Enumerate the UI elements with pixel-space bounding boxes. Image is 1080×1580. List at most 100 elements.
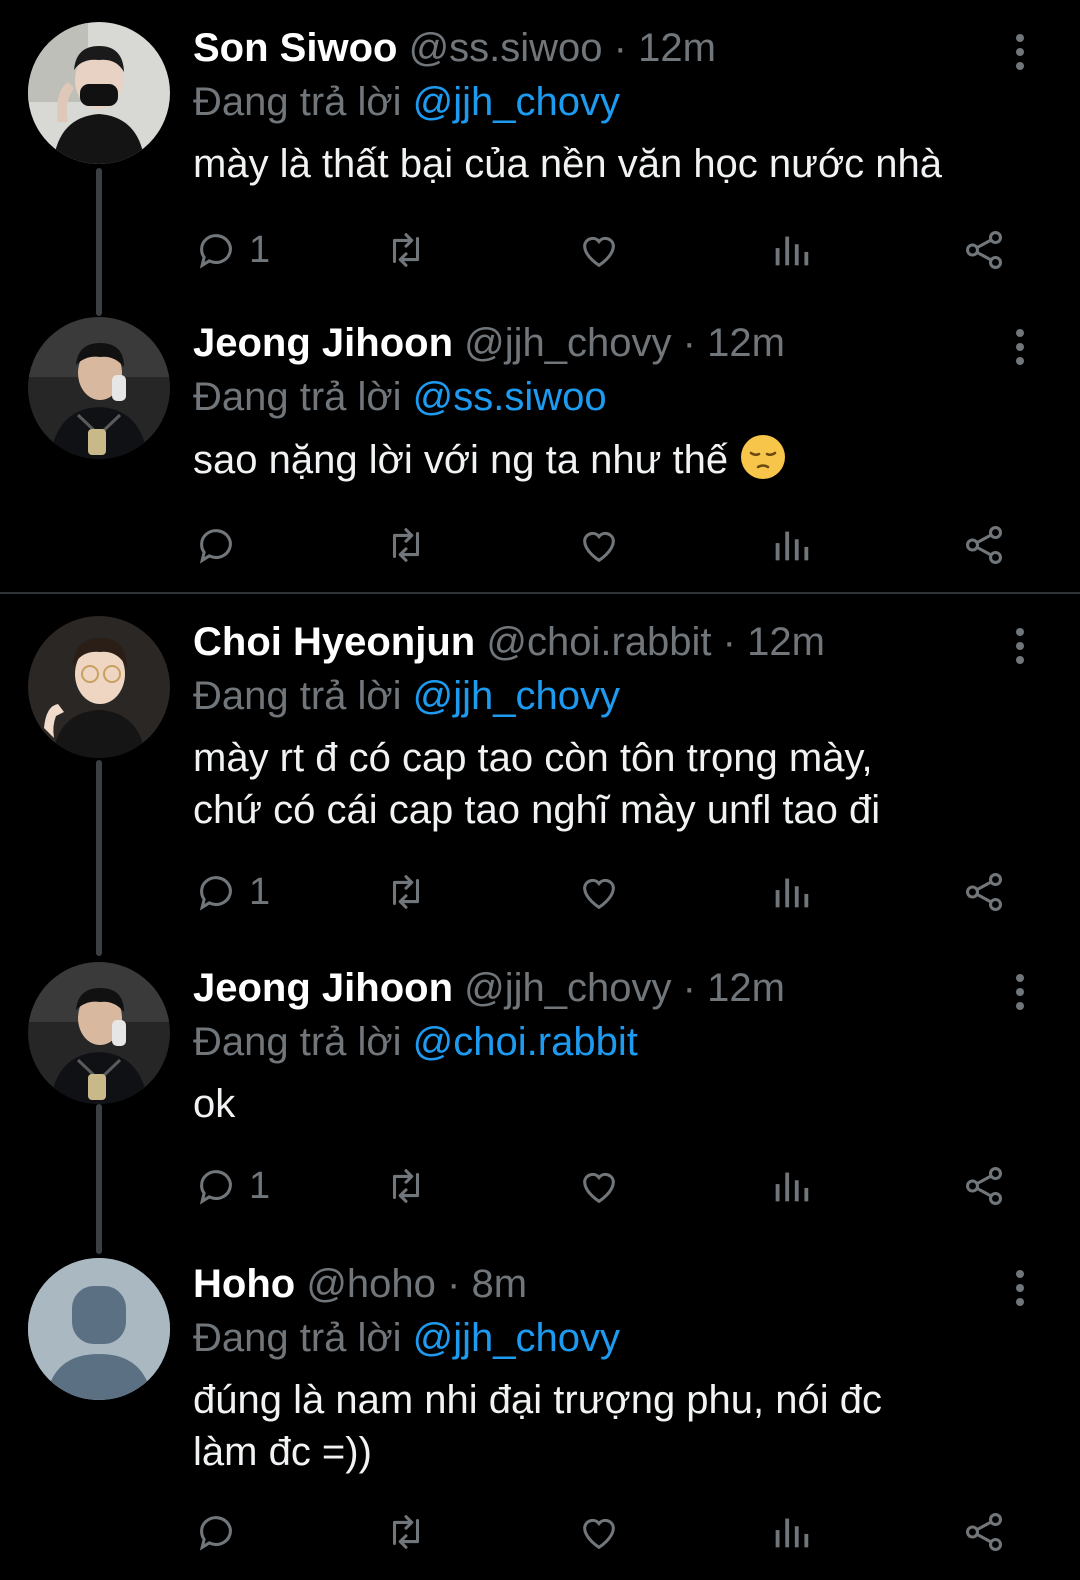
timestamp[interactable]: 12m bbox=[707, 321, 785, 365]
tweet-text-line: đúng là nam nhi đại trượng phu, nói đc bbox=[193, 1378, 883, 1422]
like-button[interactable] bbox=[576, 226, 622, 274]
reply-count: 1 bbox=[249, 228, 271, 271]
more-options-icon[interactable] bbox=[1008, 974, 1032, 1014]
analytics-button[interactable] bbox=[768, 1162, 814, 1210]
analytics-button[interactable] bbox=[768, 521, 814, 569]
share-button[interactable] bbox=[961, 1508, 1007, 1556]
tweet[interactable]: Son Siwoo @ss.siwoo · 12m Đang trả lời @… bbox=[0, 0, 1080, 316]
tweet-text: mày là thất bại của nền văn học nước nhà bbox=[193, 138, 1033, 190]
like-button[interactable] bbox=[576, 521, 622, 569]
default-profile-icon bbox=[28, 1258, 170, 1400]
avatar[interactable] bbox=[28, 317, 170, 459]
reply-icon bbox=[199, 876, 232, 911]
reply-mention[interactable]: @jjh_chovy bbox=[413, 80, 620, 124]
more-options-icon[interactable] bbox=[1008, 1270, 1032, 1310]
tweet[interactable]: Hoho @hoho · 8m Đang trả lời @jjh_chovy … bbox=[0, 1236, 1080, 1580]
replying-to-label: Đang trả lời bbox=[193, 674, 402, 718]
avatar[interactable] bbox=[28, 22, 170, 164]
reply-icon bbox=[199, 1170, 232, 1205]
tweet-text-line: làm đc =)) bbox=[193, 1430, 372, 1474]
share-button[interactable] bbox=[961, 521, 1007, 569]
reply-mention[interactable]: @choi.rabbit bbox=[413, 1020, 638, 1064]
analytics-icon bbox=[775, 236, 809, 266]
timestamp[interactable]: 12m bbox=[747, 620, 825, 664]
separator-dot: · bbox=[613, 26, 627, 70]
separator-dot: · bbox=[447, 1262, 461, 1306]
share-icon bbox=[965, 873, 1003, 911]
analytics-button[interactable] bbox=[768, 226, 814, 274]
replying-to-label: Đang trả lời bbox=[193, 1316, 402, 1360]
reply-count: 1 bbox=[249, 1164, 271, 1207]
retweet-button[interactable] bbox=[383, 868, 429, 916]
retweet-icon bbox=[392, 1515, 420, 1549]
reply-button[interactable] bbox=[193, 521, 249, 569]
retweet-icon bbox=[392, 528, 420, 562]
display-name[interactable]: Jeong Jihoon bbox=[193, 966, 453, 1010]
retweet-button[interactable] bbox=[383, 1508, 429, 1556]
display-name[interactable]: Son Siwoo bbox=[193, 26, 397, 70]
tweet-text-line: mày rt đ có cap tao còn tôn trọng mày, bbox=[193, 736, 873, 780]
user-handle[interactable]: @ss.siwoo bbox=[409, 26, 603, 70]
reply-mention[interactable]: @jjh_chovy bbox=[413, 674, 620, 718]
thread-line bbox=[96, 760, 102, 956]
tweet-text: mày rt đ có cap tao còn tôn trọng mày, c… bbox=[193, 732, 1033, 836]
analytics-icon bbox=[775, 1172, 809, 1202]
timestamp[interactable]: 12m bbox=[707, 966, 785, 1010]
reply-button[interactable]: 1 bbox=[193, 226, 270, 274]
tweet-text: đúng là nam nhi đại trượng phu, nói đc l… bbox=[193, 1374, 1033, 1478]
avatar[interactable] bbox=[28, 962, 170, 1104]
avatar[interactable] bbox=[28, 616, 170, 758]
share-button[interactable] bbox=[961, 226, 1007, 274]
timestamp[interactable]: 12m bbox=[638, 26, 716, 70]
replying-to-label: Đang trả lời bbox=[193, 1020, 402, 1064]
tweet-text-line: mày là thất bại của nền văn học nước nhà bbox=[193, 142, 943, 186]
share-button[interactable] bbox=[961, 868, 1007, 916]
reply-mention[interactable]: @jjh_chovy bbox=[413, 1316, 620, 1360]
avatar[interactable] bbox=[28, 1258, 170, 1400]
like-button[interactable] bbox=[576, 1508, 622, 1556]
retweet-button[interactable] bbox=[383, 1162, 429, 1210]
retweet-button[interactable] bbox=[383, 521, 429, 569]
more-options-icon[interactable] bbox=[1008, 329, 1032, 369]
like-button[interactable] bbox=[576, 868, 622, 916]
timestamp[interactable]: 8m bbox=[471, 1262, 527, 1306]
tweet-text: ok bbox=[193, 1078, 1033, 1130]
display-name[interactable]: Jeong Jihoon bbox=[193, 321, 453, 365]
user-handle[interactable]: @jjh_chovy bbox=[464, 321, 671, 365]
heart-icon bbox=[583, 236, 615, 268]
separator-dot: · bbox=[722, 620, 736, 664]
retweet-button[interactable] bbox=[383, 226, 429, 274]
reply-icon bbox=[199, 529, 232, 564]
more-options-icon[interactable] bbox=[1008, 628, 1032, 668]
separator-dot: · bbox=[682, 966, 696, 1010]
reply-button[interactable]: 1 bbox=[193, 868, 270, 916]
separator-dot: · bbox=[682, 321, 696, 365]
tweet[interactable]: Choi Hyeonjun @choi.rabbit · 12m Đang tr… bbox=[0, 594, 1080, 956]
share-icon bbox=[965, 1167, 1003, 1205]
tweet[interactable]: Jeong Jihoon @jjh_chovy · 12m Đang trả l… bbox=[0, 295, 1080, 590]
user-handle[interactable]: @choi.rabbit bbox=[486, 620, 711, 664]
pensive-face-emoji bbox=[741, 435, 786, 479]
retweet-icon bbox=[392, 875, 420, 909]
display-name[interactable]: Choi Hyeonjun bbox=[193, 620, 475, 664]
more-options-icon[interactable] bbox=[1008, 34, 1032, 74]
reply-button[interactable] bbox=[193, 1508, 249, 1556]
replying-to-label: Đang trả lời bbox=[193, 80, 402, 124]
reply-mention[interactable]: @ss.siwoo bbox=[413, 375, 607, 419]
analytics-button[interactable] bbox=[768, 1508, 814, 1556]
analytics-button[interactable] bbox=[768, 868, 814, 916]
tweet-text: sao nặng lời với ng ta như thế bbox=[193, 433, 1033, 486]
display-name[interactable]: Hoho bbox=[193, 1262, 295, 1306]
user-handle[interactable]: @jjh_chovy bbox=[464, 966, 671, 1010]
share-button[interactable] bbox=[961, 1162, 1007, 1210]
reply-icon bbox=[199, 1516, 232, 1551]
like-button[interactable] bbox=[576, 1162, 622, 1210]
share-icon bbox=[965, 1513, 1003, 1551]
heart-icon bbox=[583, 878, 615, 910]
user-handle[interactable]: @hoho bbox=[306, 1262, 436, 1306]
tweet-text-line: chứ có cái cap tao nghĩ mày unfl tao đi bbox=[193, 788, 881, 832]
share-icon bbox=[965, 526, 1003, 564]
tweet[interactable]: Jeong Jihoon @jjh_chovy · 12m Đang trả l… bbox=[0, 940, 1080, 1254]
analytics-icon bbox=[775, 878, 809, 908]
reply-button[interactable]: 1 bbox=[193, 1162, 270, 1210]
